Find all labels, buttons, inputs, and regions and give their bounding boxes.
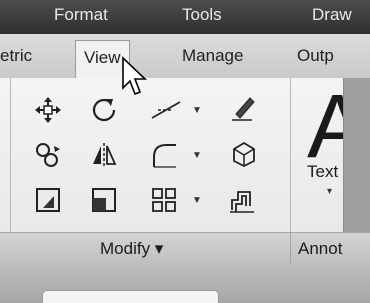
array-icon[interactable] <box>150 186 178 214</box>
solid-editing-icon[interactable] <box>228 139 256 167</box>
trim-dropdown-arrow[interactable]: ▼ <box>192 105 202 116</box>
mouse-cursor-icon <box>121 56 149 100</box>
trim-extend-icon[interactable] <box>150 96 184 124</box>
tab-output[interactable]: Outp <box>297 43 334 69</box>
panel-title-bar: Modify ▾ Annot <box>0 232 370 266</box>
rotate-icon[interactable] <box>90 96 118 124</box>
menu-bar: Format Tools Draw <box>0 0 370 34</box>
menu-draw[interactable]: Draw <box>312 4 352 26</box>
menu-tools[interactable]: Tools <box>182 4 222 26</box>
offset-icon[interactable] <box>228 186 256 214</box>
move-icon[interactable] <box>34 96 62 124</box>
ribbon-tab-bar: etric View Manage Outp <box>0 34 370 79</box>
erase-icon[interactable] <box>228 94 256 122</box>
fillet-icon[interactable] <box>150 141 178 169</box>
tab-manage[interactable]: Manage <box>182 43 243 69</box>
text-tool-label[interactable]: Text <box>307 162 338 182</box>
array-dropdown-arrow[interactable]: ▼ <box>192 195 202 206</box>
copy-icon[interactable] <box>34 141 62 169</box>
autocad-ribbon-window: Format Tools Draw etric View Manage Outp… <box>0 0 370 303</box>
annotation-panel-title[interactable]: Annot <box>298 239 342 259</box>
tab-parametric[interactable]: etric <box>0 43 32 69</box>
fillet-dropdown-arrow[interactable]: ▼ <box>192 150 202 161</box>
text-dropdown-arrow[interactable]: ▾ <box>327 186 332 197</box>
panel-divider <box>290 233 291 264</box>
modify-panel-title[interactable]: Modify ▾ <box>100 239 163 259</box>
mirror-icon[interactable] <box>90 141 118 169</box>
menu-format[interactable]: Format <box>54 4 108 26</box>
document-tab[interactable] <box>42 290 219 303</box>
scale-icon[interactable] <box>90 186 118 214</box>
stretch-icon[interactable] <box>34 186 62 214</box>
